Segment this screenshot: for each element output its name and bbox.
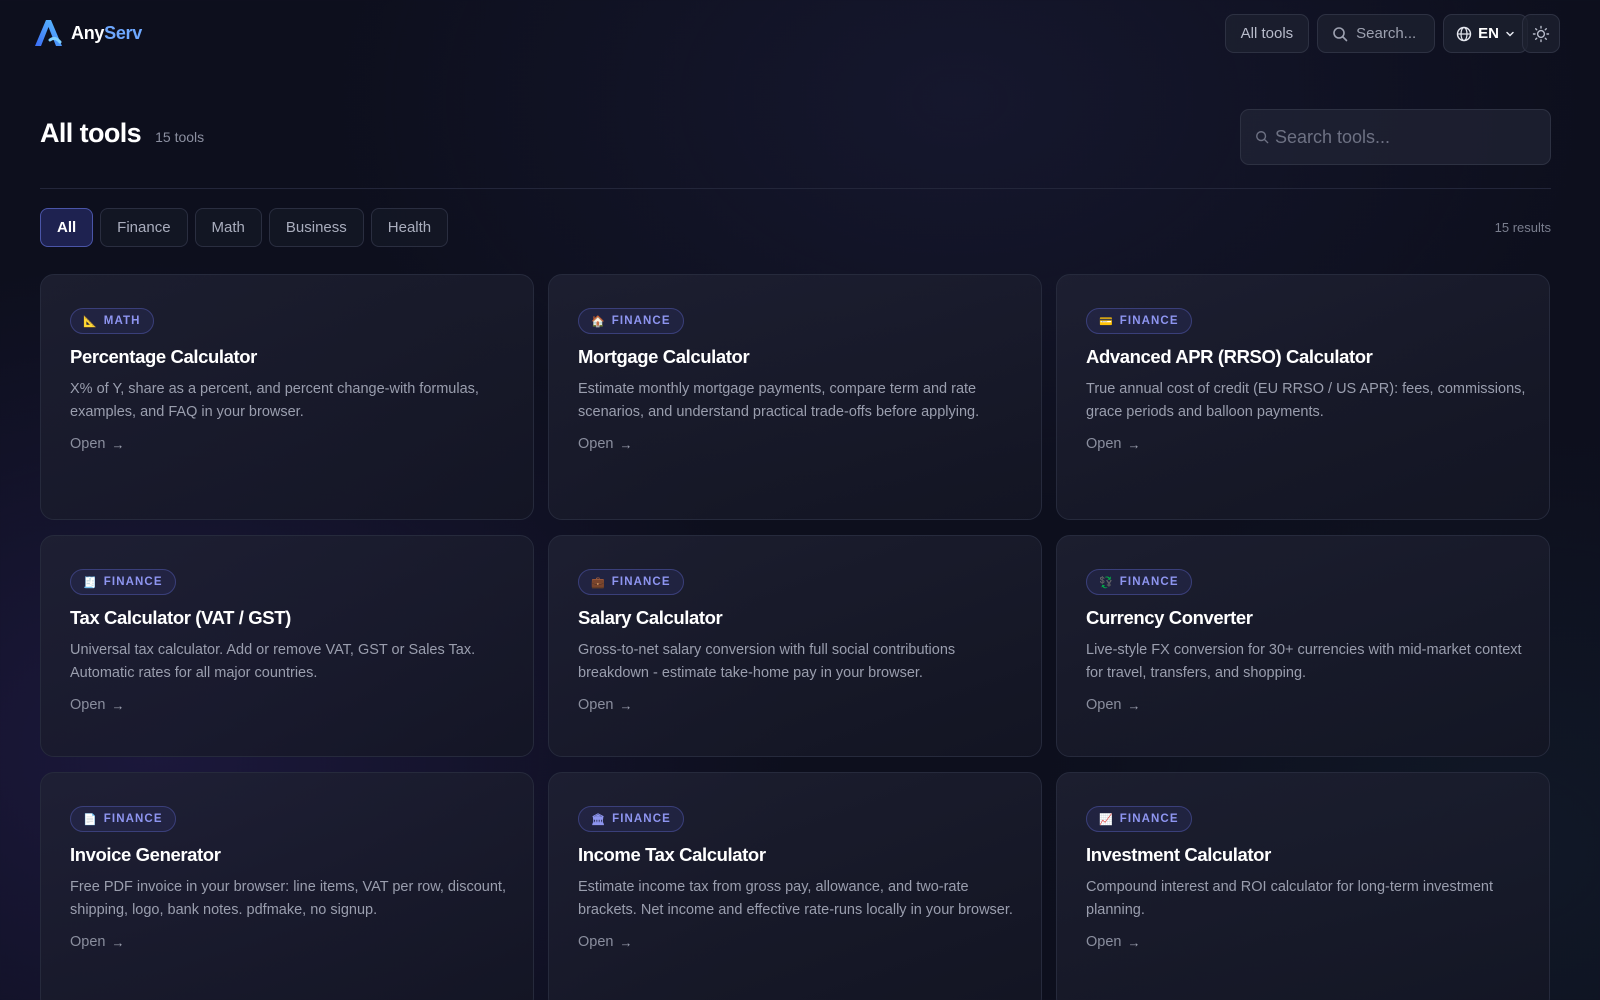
receipt-icon: 🧾 [83, 576, 98, 589]
top-bar: AnyServ All tools Search... EN [0, 0, 1600, 68]
card-description: Gross-to-net salary conversion with full… [578, 642, 956, 681]
category-badge: 💼 FINANCE [578, 569, 684, 595]
tool-card-invoice-generator[interactable]: 📄 FINANCE Invoice Generator Free PDF invo… [40, 772, 534, 1000]
language-selector[interactable]: EN [1443, 14, 1528, 53]
page-title: All tools [40, 118, 142, 148]
house-icon: 🏠 [591, 315, 606, 328]
anyserv-logo-icon [35, 20, 62, 46]
arrow-right-icon: → [619, 436, 633, 452]
tool-search-box [1240, 109, 1551, 165]
open-link[interactable]: Open → [578, 934, 632, 950]
open-link[interactable]: Open → [70, 436, 124, 452]
card-description: Free PDF invoice in your browser: line i… [70, 879, 506, 918]
tool-card-mortgage-calculator[interactable]: 🏠 FINANCE Mortgage Calculator Estimate mo… [548, 274, 1042, 520]
tool-card-salary-calculator[interactable]: 💼 FINANCE Salary Calculator Gross-to-net … [548, 535, 1042, 757]
category-badge: 🏠 FINANCE [578, 308, 684, 334]
card-title: Invoice Generator [70, 844, 221, 865]
open-link[interactable]: Open → [578, 697, 632, 713]
brand-name: AnyServ [71, 22, 142, 43]
all-tools-nav-button[interactable]: All tools [1224, 14, 1310, 53]
tool-count: 15 tools [155, 129, 205, 145]
category-badge: 📐 MATH [70, 308, 154, 334]
arrow-right-icon: → [619, 934, 633, 950]
arrow-right-icon: → [1127, 934, 1141, 950]
card-title: Income Tax Calculator [578, 844, 766, 865]
results-count: 15 results [1494, 220, 1551, 235]
currency-exchange-icon: 💱 [1099, 576, 1114, 589]
tool-search-input[interactable] [1275, 126, 1535, 148]
category-badge: 📈 FINANCE [1086, 806, 1192, 832]
open-link[interactable]: Open → [1086, 436, 1140, 452]
chevron-down-icon [1505, 29, 1515, 39]
header-divider [40, 188, 1551, 189]
arrow-right-icon: → [111, 934, 125, 950]
filter-business[interactable]: Business [268, 208, 364, 247]
category-badge: 💳 FINANCE [1086, 308, 1192, 334]
category-filters: All Finance Math Business Health [40, 208, 449, 247]
card-description: X% of Y, share as a percent, and percent… [70, 381, 479, 420]
category-badge: 💱 FINANCE [1086, 569, 1192, 595]
page-header: All tools 15 tools [40, 118, 204, 149]
card-title: Advanced APR (RRSO) Calculator [1086, 346, 1373, 367]
arrow-right-icon: → [111, 436, 125, 452]
open-link[interactable]: Open → [70, 934, 124, 950]
filter-health[interactable]: Health [370, 208, 449, 247]
card-description: Estimate monthly mortgage payments, comp… [578, 381, 980, 420]
theme-toggle-button[interactable] [1522, 14, 1560, 53]
brand-logo[interactable]: AnyServ [31, 16, 142, 50]
card-title: Investment Calculator [1086, 844, 1271, 865]
header-search-button[interactable]: Search... [1317, 14, 1436, 53]
briefcase-icon: 💼 [591, 576, 606, 589]
card-title: Tax Calculator (VAT / GST) [70, 607, 291, 628]
filter-finance[interactable]: Finance [100, 208, 188, 247]
open-link[interactable]: Open → [578, 436, 632, 452]
header-search-label: Search... [1356, 25, 1417, 42]
card-title: Percentage Calculator [70, 346, 257, 367]
ruler-icon: 📐 [83, 315, 98, 328]
card-description: True annual cost of credit (EU RRSO / US… [1086, 381, 1526, 420]
header-actions: All tools Search... EN [1224, 14, 1528, 53]
arrow-right-icon: → [1127, 436, 1141, 452]
tool-card-investment-calculator[interactable]: 📈 FINANCE Investment Calculator Compound … [1056, 772, 1550, 1000]
card-description: Compound interest and ROI calculator for… [1086, 879, 1493, 918]
arrow-right-icon: → [111, 697, 125, 713]
document-icon: 📄 [83, 813, 98, 826]
tool-card-income-tax-calculator[interactable]: 🏛 FINANCE Income Tax Calculator Estimate … [548, 772, 1042, 1000]
category-badge: 📄 FINANCE [70, 806, 176, 832]
card-title: Currency Converter [1086, 607, 1253, 628]
tool-card-apr-calculator[interactable]: 💳 FINANCE Advanced APR (RRSO) Calculator … [1056, 274, 1550, 520]
search-icon [1255, 130, 1269, 144]
open-link[interactable]: Open → [1086, 934, 1140, 950]
sun-icon [1532, 25, 1550, 43]
tool-card-tax-calculator[interactable]: 🧾 FINANCE Tax Calculator (VAT / GST) Univ… [40, 535, 534, 757]
category-badge: 🏛 FINANCE [578, 806, 684, 832]
card-description: Universal tax calculator. Add or remove … [70, 642, 476, 681]
filter-all[interactable]: All [40, 208, 94, 247]
arrow-right-icon: → [1127, 697, 1141, 713]
language-code: EN [1478, 25, 1499, 42]
arrow-right-icon: → [619, 697, 633, 713]
card-title: Salary Calculator [578, 607, 723, 628]
open-link[interactable]: Open → [70, 697, 124, 713]
chart-up-icon: 📈 [1099, 813, 1114, 826]
search-icon [1332, 26, 1348, 42]
credit-card-icon: 💳 [1099, 315, 1114, 328]
card-description: Live-style FX conversion for 30+ currenc… [1086, 642, 1522, 681]
globe-icon [1456, 26, 1472, 42]
category-badge: 🧾 FINANCE [70, 569, 176, 595]
open-link[interactable]: Open → [1086, 697, 1140, 713]
filter-math[interactable]: Math [194, 208, 262, 247]
tool-card-currency-converter[interactable]: 💱 FINANCE Currency Converter Live-style F… [1056, 535, 1550, 757]
tool-card-percentage-calculator[interactable]: 📐 MATH Percentage Calculator X% of Y, sha… [40, 274, 534, 520]
card-title: Mortgage Calculator [578, 346, 750, 367]
card-description: Estimate income tax from gross pay, allo… [578, 879, 1013, 918]
bank-icon: 🏛 [591, 813, 607, 826]
